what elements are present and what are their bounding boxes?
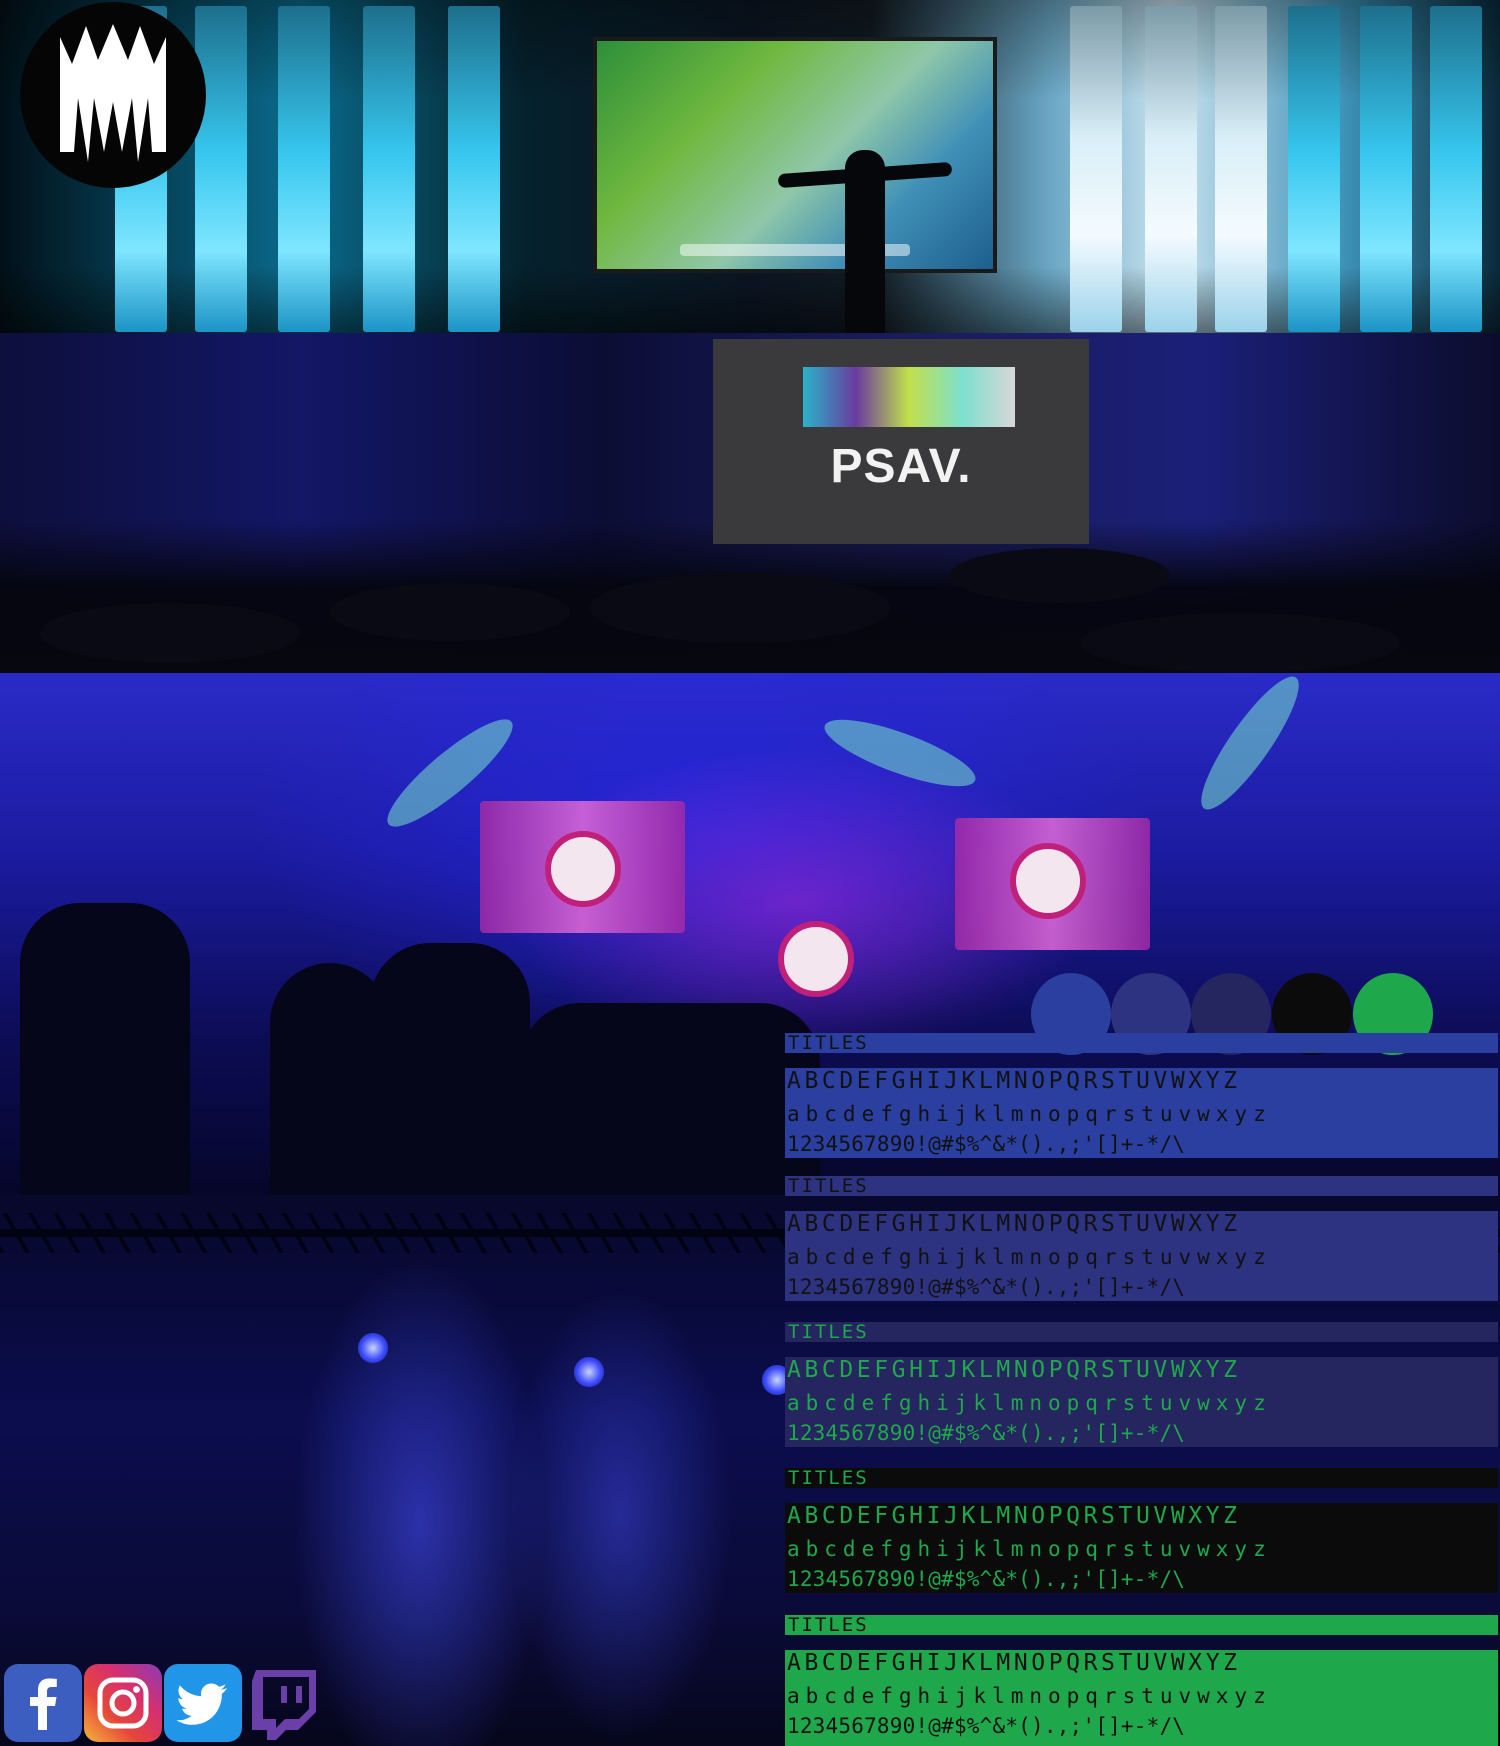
- light-panel: [448, 6, 500, 332]
- psav-screen: PSAV.: [713, 339, 1089, 544]
- lowercase-sample: abcdefghijklmnopqrstuvwxyz: [787, 1245, 1272, 1269]
- twitter-link[interactable]: [164, 1664, 242, 1742]
- instagram-icon: [97, 1677, 149, 1729]
- title-bar: TITLES: [785, 1032, 1498, 1054]
- symbols-sample: 1234567890!@#$%^&*().,;'[]+-*/\: [787, 1275, 1186, 1299]
- banquet-table: [1080, 613, 1400, 673]
- symbols-sample: 1234567890!@#$%^&*().,;'[]+-*/\: [787, 1421, 1186, 1445]
- instagram-link[interactable]: [84, 1664, 162, 1742]
- specimen-body: ABCDEFGHIJKLMNOPQRSTUVWXYZ abcdefghijklm…: [785, 1357, 1498, 1447]
- light-panel: [278, 6, 330, 332]
- specimen-body: ABCDEFGHIJKLMNOPQRSTUVWXYZ abcdefghijklm…: [785, 1503, 1498, 1593]
- twitch-link[interactable]: [244, 1664, 322, 1742]
- twitch-icon: [252, 1670, 316, 1740]
- led-fixture: [358, 1333, 388, 1363]
- light-panel: [1288, 6, 1340, 332]
- crowd-silhouette: [520, 1003, 820, 1195]
- facebook-link[interactable]: [4, 1664, 82, 1742]
- crowd-silhouette: [370, 943, 530, 1195]
- banquet-table: [950, 548, 1170, 603]
- light-beam: [1187, 673, 1313, 821]
- title-bar: TITLES: [785, 1467, 1498, 1489]
- facebook-icon: [30, 1678, 57, 1730]
- light-panel: [1215, 6, 1267, 332]
- stage-photo: [0, 0, 1500, 333]
- specimen-title: TITLES: [788, 1032, 869, 1054]
- light-panel: [1360, 6, 1412, 332]
- uppercase-sample: ABCDEFGHIJKLMNOPQRSTUVWXYZ: [787, 1211, 1241, 1237]
- light-panel: [363, 6, 415, 332]
- specimen-body: ABCDEFGHIJKLMNOPQRSTUVWXYZ abcdefghijklm…: [785, 1068, 1498, 1158]
- light-panel: [1145, 6, 1197, 332]
- crown-m-icon: [60, 24, 166, 162]
- lips-graphic: [778, 921, 854, 997]
- title-bar: TITLES: [785, 1321, 1498, 1343]
- led-fixture: [574, 1357, 604, 1387]
- banquet-table: [330, 583, 570, 641]
- title-bar: TITLES: [785, 1614, 1498, 1636]
- lips-graphic: [1010, 843, 1086, 919]
- lowercase-sample: abcdefghijklmnopqrstuvwxyz: [787, 1391, 1272, 1415]
- lips-graphic: [545, 831, 621, 907]
- symbols-sample: 1234567890!@#$%^&*().,;'[]+-*/\: [787, 1567, 1186, 1591]
- screen-image-strip: [803, 367, 1015, 427]
- lowercase-sample: abcdefghijklmnopqrstuvwxyz: [787, 1102, 1272, 1126]
- light-panel: [1430, 6, 1482, 332]
- uppercase-sample: ABCDEFGHIJKLMNOPQRSTUVWXYZ: [787, 1650, 1241, 1676]
- brand-logo: [20, 2, 206, 188]
- light-panel: [1070, 6, 1122, 332]
- specimen-body: ABCDEFGHIJKLMNOPQRSTUVWXYZ abcdefghijklm…: [785, 1650, 1498, 1746]
- uppercase-sample: ABCDEFGHIJKLMNOPQRSTUVWXYZ: [787, 1503, 1241, 1529]
- specimen-body: ABCDEFGHIJKLMNOPQRSTUVWXYZ abcdefghijklm…: [785, 1211, 1498, 1301]
- symbols-sample: 1234567890!@#$%^&*().,;'[]+-*/\: [787, 1714, 1186, 1738]
- banquet-table: [590, 573, 890, 643]
- ballroom-photo: PSAV.: [0, 333, 1500, 673]
- twitter-icon: [176, 1683, 227, 1725]
- title-bar: TITLES: [785, 1175, 1498, 1197]
- symbols-sample: 1234567890!@#$%^&*().,;'[]+-*/\: [787, 1132, 1186, 1156]
- projector-screen: [593, 37, 997, 273]
- presenter-silhouette: [845, 150, 885, 333]
- specimen-title: TITLES: [788, 1175, 869, 1197]
- psav-logo: PSAV.: [830, 440, 972, 493]
- lowercase-sample: abcdefghijklmnopqrstuvwxyz: [787, 1684, 1272, 1708]
- light-beam: [817, 706, 983, 800]
- specimen-title: TITLES: [788, 1467, 869, 1489]
- lowercase-sample: abcdefghijklmnopqrstuvwxyz: [787, 1537, 1272, 1561]
- crowd-silhouette: [20, 903, 190, 1195]
- banquet-table: [40, 603, 300, 663]
- uppercase-sample: ABCDEFGHIJKLMNOPQRSTUVWXYZ: [787, 1357, 1241, 1383]
- specimen-title: TITLES: [788, 1321, 869, 1343]
- specimen-title: TITLES: [788, 1614, 869, 1636]
- uppercase-sample: ABCDEFGHIJKLMNOPQRSTUVWXYZ: [787, 1068, 1241, 1094]
